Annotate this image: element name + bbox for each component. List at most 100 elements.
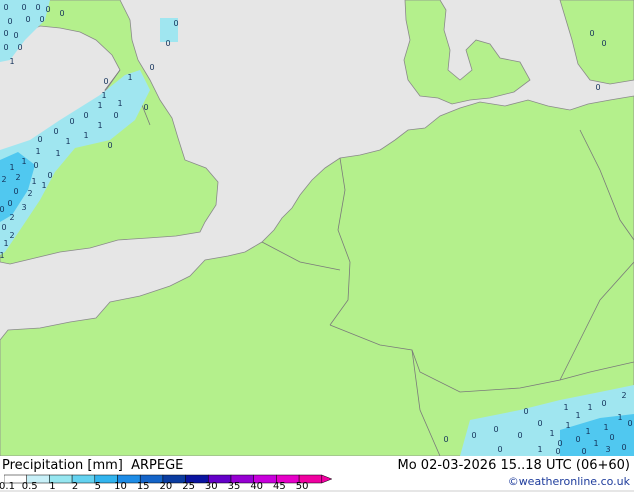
legend-tick-label: 1 [49, 481, 56, 492]
rain-value-label: 1 [3, 239, 8, 248]
rain-value-label: 0 [25, 15, 30, 24]
rain-value-label: 0 [1, 223, 6, 232]
legend-tick-label: 0.1 [0, 481, 15, 492]
rain-value-label: 0 [3, 43, 8, 52]
legend-tick-label: 10 [114, 481, 127, 492]
rain-value-label: 1 [603, 423, 608, 432]
rain-value-label: 0 [7, 199, 12, 208]
rain-value-label: 0 [35, 3, 40, 12]
rain-value-label: 0 [59, 9, 64, 18]
legend-tick-label: 15 [136, 481, 150, 492]
rain-value-label: 1 [101, 91, 106, 100]
rain-value-label: 1 [9, 163, 14, 172]
copyright-icon: © [507, 475, 519, 488]
precipitation-map: 0000000000001010111000101010111100212102… [0, 0, 634, 457]
rain-value-label: 0 [575, 435, 580, 444]
rain-value-label: 1 [563, 403, 568, 412]
rain-value-label: 1 [117, 99, 122, 108]
rain-value-label: 1 [617, 413, 622, 422]
footer-bar: Precipitation [mm] ARPEGE Mo 02-03-2026 … [0, 456, 634, 492]
legend-tick-label: 0.5 [21, 481, 38, 492]
map-canvas: 0 0 0 0 00 0 00 00 010 101110 00 10 10 1 01 111 002 1210 2… [0, 0, 634, 457]
rain-value-label: 1 [97, 121, 102, 130]
rain-value-label: 1 [585, 427, 590, 436]
rain-value-label: 2 [9, 231, 14, 240]
rain-value-label: 2 [621, 391, 626, 400]
legend-tick-label: 25 [182, 481, 195, 492]
rain-value-label: 0 [3, 29, 8, 38]
rain-value-label: 1 [55, 149, 60, 158]
rain-value-label: 0 [517, 431, 522, 440]
rain-value-label: 0 [493, 425, 498, 434]
rain-value-label: 0 [471, 431, 476, 440]
rain-value-label: 1 [0, 251, 5, 260]
legend-tick-label: 2 [71, 481, 79, 492]
credit-text: weatheronline.co.uk [518, 475, 630, 488]
rain-value-label: 0 [0, 205, 5, 214]
rain-value-label: 0 [33, 161, 38, 170]
rain-value-label: 0 [589, 29, 594, 38]
rain-value-label: 0 [103, 77, 108, 86]
legend-tick-label: 20 [159, 481, 173, 492]
rain-value-label: 0 [83, 111, 88, 120]
rain-value-label: 3 [21, 203, 26, 212]
rain-value-label: 0 [53, 127, 58, 136]
rain-value-label: 0 [69, 117, 74, 126]
rain-value-label: 0 [17, 43, 22, 52]
rain-value-label: 0 [149, 63, 154, 72]
rain-value-label: 1 [565, 421, 570, 430]
rain-value-label: 0 [555, 447, 560, 456]
rain-value-label: 1 [587, 403, 592, 412]
rain-value-label: 0 [3, 3, 8, 12]
legend-overflow-arrow [321, 474, 333, 484]
legend-tick-label: 45 [273, 481, 286, 492]
rain-value-label: 1 [31, 177, 36, 186]
legend-tick-label: 40 [250, 481, 264, 492]
rain-value-label: 0 [601, 39, 606, 48]
valid-time: Mo 02-03-2026 15..18 UTC (06+60) [397, 458, 631, 473]
rain-value-label: 0 [497, 445, 502, 454]
legend-tick-label: 5 [94, 481, 101, 492]
rain-value-label: 2 [1, 175, 6, 184]
credit-link[interactable]: ©weatheronline.co.uk [508, 475, 630, 488]
rain-value-label: 0 [143, 103, 148, 112]
rain-value-label: 0 [595, 83, 600, 92]
rain-value-label: 1 [549, 429, 554, 438]
legend-tick-label: 35 [227, 481, 241, 492]
rain-value-label: 1 [21, 157, 26, 166]
rain-value-label: 0 [165, 39, 170, 48]
rain-value-label: 0 [13, 187, 18, 196]
rain-value-label: 0 [609, 433, 614, 442]
rain-value-label: 1 [9, 57, 14, 66]
rain-value-label: 0 [113, 111, 118, 120]
rain-value-label: 1 [97, 101, 102, 110]
rain-value-label: 0 [107, 141, 112, 150]
rain-value-label: 2 [15, 173, 20, 182]
rain-value-label: 0 [37, 135, 42, 144]
rain-value-label: 0 [173, 19, 178, 28]
rain-value-label: 0 [581, 447, 586, 456]
rain-value-label: 0 [443, 435, 448, 444]
rain-value-label: 2 [27, 189, 32, 198]
legend-tick-label: 50 [295, 481, 309, 492]
rain-value-label: 0 [621, 443, 626, 452]
rain-value-label: 1 [35, 147, 40, 156]
rain-value-label: 0 [21, 3, 26, 12]
legend-tick-label: 30 [204, 481, 218, 492]
map-title: Precipitation [mm] ARPEGE [2, 458, 184, 473]
rain-value-label: 0 [601, 399, 606, 408]
rain-value-label: 1 [83, 131, 88, 140]
rain-value-label: 1 [593, 439, 598, 448]
rain-value-label: 3 [605, 445, 610, 454]
rain-value-label: 0 [45, 5, 50, 14]
rain-value-label: 0 [523, 407, 528, 416]
rain-value-label: 0 [7, 17, 12, 26]
rain-value-label: 0 [537, 419, 542, 428]
rain-value-label: 1 [537, 445, 542, 454]
rain-value-label: 1 [65, 137, 70, 146]
rain-value-label: 0 [13, 31, 18, 40]
rain-value-label: 1 [41, 181, 46, 190]
rain-value-label: 1 [575, 411, 580, 420]
rain-value-label: 2 [9, 213, 14, 222]
rain-value-label: 0 [47, 171, 52, 180]
